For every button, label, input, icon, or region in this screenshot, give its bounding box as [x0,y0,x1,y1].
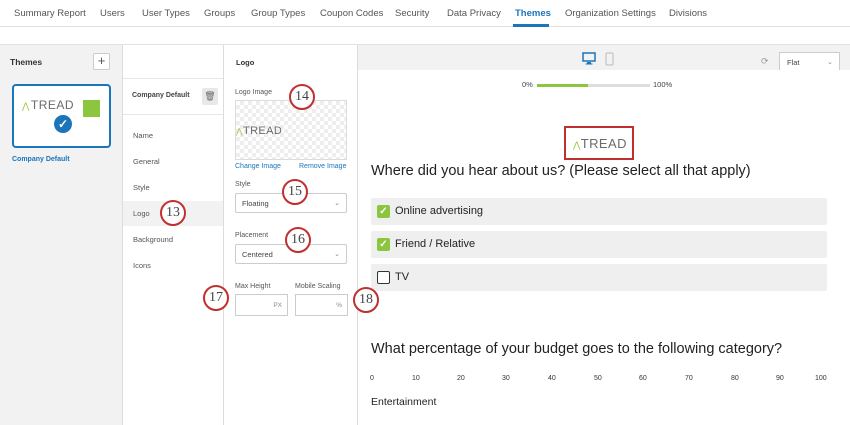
placement-label: Placement [235,232,269,239]
choice-online-advertising[interactable]: ✓ Online advertising [371,198,827,225]
tab-themes[interactable]: Themes [515,8,551,19]
progress-end-label: 100% [653,80,673,89]
checkbox-unchecked-icon[interactable] [377,271,390,284]
callout-15: 15 [282,179,308,205]
style-value: Floating [242,199,269,208]
tab-data-privacy[interactable]: Data Privacy [447,8,501,19]
theme-card[interactable]: ⋀TREAD ✓ Company Default [12,84,111,197]
progress-start-label: 0% [522,80,533,89]
menu-title: Company Default [132,92,190,99]
tab-users[interactable]: Users [100,8,125,19]
placement-value: Centered [242,250,273,259]
preview-logo: ⋀TREAD [564,126,634,160]
tab-organization-settings[interactable]: Organization Settings [565,8,656,19]
choice-label: Online advertising [395,205,484,217]
trash-icon: 🗑 [204,91,216,101]
add-theme-button[interactable]: + [93,53,110,70]
tread-logo: ⋀TREAD [236,125,283,137]
question-1-text: Where did you hear about us? (Please sel… [371,163,751,179]
plus-icon: + [97,53,106,68]
theme-settings-menu: Company Default 🗑 Name General Style Log… [123,45,224,425]
tab-summary-report[interactable]: Summary Report [14,8,86,19]
mobile-scaling-label: Mobile Scaling [295,283,341,290]
chevron-down-icon: ⌄ [334,200,340,207]
callout-13: 13 [160,200,186,226]
tab-coupon-codes[interactable]: Coupon Codes [320,8,383,19]
checkbox-checked-icon[interactable]: ✓ [377,238,390,251]
tab-group-types[interactable]: Group Types [251,8,305,19]
check-icon: ✓ [52,113,74,135]
menu-item-name[interactable]: Name [123,123,223,148]
choice-label: TV [395,271,410,283]
scale-tick: 70 [685,375,693,382]
scale-tick: 90 [776,375,784,382]
callout-14: 14 [289,84,315,110]
top-nav: Summary Report Users User Types Groups G… [0,0,850,27]
themes-panel: Themes + ⋀TREAD ✓ Company Default [0,45,123,425]
slider-row-label: Entertainment [371,396,437,408]
view-select-value: Flat [787,58,800,67]
chevron-up-icon: ⋀ [22,101,30,111]
logo-image-preview[interactable]: ⋀TREAD [235,100,347,160]
mobile-scaling-input[interactable]: % [295,294,348,316]
checkbox-checked-icon[interactable]: ✓ [377,205,390,218]
change-image-link[interactable]: Change Image [235,163,281,170]
menu-item-background[interactable]: Background [123,227,223,252]
tread-logo: ⋀TREAD [22,98,75,112]
tread-logo: ⋀TREAD [573,136,627,151]
scale-tick: 80 [731,375,739,382]
mobile-icon[interactable] [605,52,614,66]
progress-bar [537,84,650,87]
scale-tick: 0 [370,375,374,382]
callout-18: 18 [353,287,379,313]
progress-fill [537,84,588,87]
themes-title: Themes [10,57,43,67]
remove-image-link[interactable]: Remove Image [299,163,346,170]
scale-tick: 60 [639,375,647,382]
scale-tick: 10 [412,375,420,382]
accent-swatch [83,100,100,117]
scale-tick: 100 [815,375,827,382]
theme-name[interactable]: Company Default [12,156,70,163]
max-height-label: Max Height [235,283,271,290]
logo-image-label: Logo Image [235,89,272,96]
question-2-text: What percentage of your budget goes to t… [371,341,783,357]
desktop-icon[interactable] [582,52,596,65]
theme-thumbnail[interactable]: ⋀TREAD ✓ [12,84,111,148]
callout-16: 16 [285,227,311,253]
max-height-input[interactable]: PX [235,294,288,316]
delete-theme-button[interactable]: 🗑 [202,88,218,105]
callout-17: 17 [203,285,229,311]
style-label: Style [235,181,251,188]
tab-security[interactable]: Security [395,8,429,19]
chevron-down-icon: ⌄ [334,251,340,258]
section-title: Logo [236,58,255,67]
menu-item-general[interactable]: General [123,149,223,174]
scale-tick: 40 [548,375,556,382]
chevron-up-icon: ⋀ [236,127,243,136]
scale-tick: 20 [457,375,465,382]
tab-divisions[interactable]: Divisions [669,8,707,19]
tab-user-types[interactable]: User Types [142,8,190,19]
tab-groups[interactable]: Groups [204,8,235,19]
chevron-up-icon: ⋀ [573,140,581,150]
choice-friend-relative[interactable]: ✓ Friend / Relative [371,231,827,258]
menu-item-style[interactable]: Style [123,175,223,200]
scale-tick: 50 [594,375,602,382]
scale-tick: 30 [502,375,510,382]
refresh-icon[interactable]: ⟳ [761,56,769,67]
menu-header: Company Default 🗑 [123,78,223,115]
preview-view-select[interactable]: Flat ⌄ [779,52,840,72]
choice-tv[interactable]: TV [371,264,827,291]
choice-label: Friend / Relative [395,238,476,250]
active-tab-indicator [513,24,549,27]
preview-toolbar [358,45,850,70]
menu-item-icons[interactable]: Icons [123,253,223,278]
